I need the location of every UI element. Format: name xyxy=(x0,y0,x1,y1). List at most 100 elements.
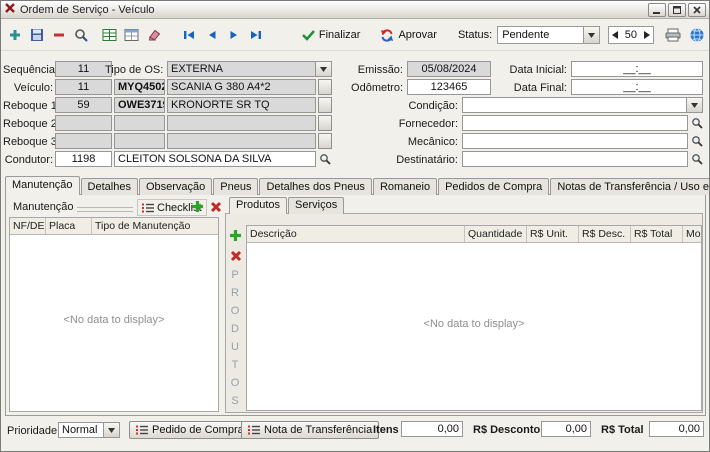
column-header[interactable]: R$ Desc. xyxy=(579,226,631,242)
tab-detalhes[interactable]: Detalhes xyxy=(80,178,138,195)
veiculo-lookup-button[interactable] xyxy=(318,79,332,95)
reboque1-lookup-button[interactable] xyxy=(318,97,332,113)
tab-pedidos-compra[interactable]: Pedidos de Compra xyxy=(438,178,550,195)
reboque3-desc-field[interactable] xyxy=(167,133,316,149)
data-inicial-field[interactable]: __:__ xyxy=(571,61,703,77)
magnifier-icon xyxy=(692,154,703,165)
reboque2-plate-field[interactable] xyxy=(114,115,165,131)
reboque2-lookup-button[interactable] xyxy=(318,115,332,131)
manutencao-grid-body[interactable]: <No data to display> xyxy=(10,235,218,411)
nav-next-button[interactable] xyxy=(223,24,245,47)
prioridade-select[interactable]: Normal xyxy=(58,422,120,438)
maximize-button[interactable] xyxy=(668,2,686,17)
maximize-icon xyxy=(673,5,681,14)
column-header[interactable]: R$ Total xyxy=(631,226,683,242)
veiculo-code-field[interactable]: 11 xyxy=(55,79,112,95)
delete-button[interactable] xyxy=(48,24,70,47)
nav-prev-icon xyxy=(208,31,216,39)
save-button[interactable] xyxy=(26,24,48,47)
odometro-label: Odômetro: xyxy=(351,82,403,94)
tipo-os-select[interactable]: EXTERNA xyxy=(167,61,332,77)
fornecedor-search-button[interactable] xyxy=(689,115,705,131)
add-button[interactable] xyxy=(4,24,26,47)
column-header[interactable]: Descrição xyxy=(247,226,465,242)
manutencao-add-button[interactable] xyxy=(189,198,206,215)
no-data-text: <No data to display> xyxy=(423,318,525,331)
item-delete-button[interactable] xyxy=(227,247,244,264)
nav-first-button[interactable] xyxy=(179,24,201,47)
table-button[interactable] xyxy=(120,24,142,47)
chevron-down-icon[interactable] xyxy=(582,27,599,43)
manutencao-delete-button[interactable] xyxy=(207,198,224,215)
mecanico-field[interactable] xyxy=(462,133,688,149)
column-header[interactable]: Placa xyxy=(46,218,92,234)
pedido-compra-button[interactable]: Pedido de Compra xyxy=(129,421,251,439)
help-button[interactable] xyxy=(686,24,708,47)
chevron-down-icon[interactable] xyxy=(686,98,702,112)
x-icon xyxy=(230,250,241,261)
nota-transferencia-button[interactable]: Nota de Transferência xyxy=(241,421,380,439)
reboque1-desc-field[interactable]: KRONORTE SR TQ xyxy=(167,97,316,113)
produtos-grid-body[interactable]: <No data to display> xyxy=(247,243,701,410)
tab-produtos[interactable]: Produtos xyxy=(229,197,288,214)
reboque3-code-field[interactable] xyxy=(55,133,112,149)
condutor-search-button[interactable] xyxy=(317,151,333,167)
sequencia-field[interactable]: 11 xyxy=(55,61,112,77)
column-header[interactable]: Tipo de Manutenção xyxy=(92,218,218,234)
minimize-button[interactable] xyxy=(648,2,666,17)
reboque1-code-field[interactable]: 59 xyxy=(55,97,112,113)
destinatario-field[interactable] xyxy=(462,151,688,167)
veiculo-desc-field[interactable]: SCANIA G 380 A4*2 xyxy=(167,79,316,95)
export-button[interactable] xyxy=(98,24,120,47)
condicao-select[interactable] xyxy=(462,97,703,113)
spinner-value: 50 xyxy=(624,29,637,41)
column-header[interactable]: R$ Unit. xyxy=(527,226,579,242)
print-button[interactable] xyxy=(662,24,684,47)
destinatario-search-button[interactable] xyxy=(689,151,705,167)
tab-pneus[interactable]: Pneus xyxy=(213,178,259,195)
veiculo-label: Veículo: xyxy=(13,82,53,94)
clear-button[interactable] xyxy=(142,24,164,47)
status-select[interactable]: Pendente xyxy=(497,26,600,44)
veiculo-plate-field[interactable]: MYQ4502 xyxy=(114,79,165,95)
odometro-field[interactable]: 123465 xyxy=(407,79,491,95)
reboque2-desc-field[interactable] xyxy=(167,115,316,131)
approve-icon xyxy=(381,28,394,42)
tab-observacao[interactable]: Observação xyxy=(138,178,213,195)
chevron-down-icon[interactable] xyxy=(315,62,331,76)
spinner-increment-button[interactable] xyxy=(641,27,653,43)
nav-prev-button[interactable] xyxy=(201,24,223,47)
column-header[interactable]: Quantidade xyxy=(465,226,527,242)
mecanico-search-button[interactable] xyxy=(689,133,705,149)
condutor-label: Condutor: xyxy=(4,154,53,166)
finalizar-button[interactable]: Finalizar xyxy=(297,24,366,47)
reboque1-plate-field[interactable]: OWE3719 xyxy=(114,97,165,113)
chevron-down-icon[interactable] xyxy=(103,423,119,437)
data-final-field[interactable]: __:__ xyxy=(571,79,703,95)
spinner-decrement-button[interactable] xyxy=(609,27,621,43)
reboque3-lookup-button[interactable] xyxy=(318,133,332,149)
item-add-button[interactable] xyxy=(227,227,244,244)
column-header[interactable]: NF/DE xyxy=(10,218,46,234)
emissao-field[interactable]: 05/08/2024 xyxy=(407,61,491,77)
nav-last-button[interactable] xyxy=(245,24,267,47)
destinatario-label: Destinatário: xyxy=(396,154,458,166)
tab-notas-transferencia[interactable]: Notas de Transferência / Uso e Consumo xyxy=(550,178,709,195)
reboque2-code-field[interactable] xyxy=(55,115,112,131)
arrow-left-icon xyxy=(611,31,618,39)
tab-servicos[interactable]: Serviços xyxy=(288,197,345,214)
fornecedor-field[interactable] xyxy=(462,115,688,131)
condutor-name-field[interactable]: CLEITON SOLSONA DA SILVA xyxy=(114,151,316,167)
aprovar-button[interactable]: Aprovar xyxy=(375,24,442,47)
nav-first-icon xyxy=(184,31,195,39)
close-button[interactable] xyxy=(688,2,706,17)
tab-detalhes-pneus[interactable]: Detalhes dos Pneus xyxy=(259,178,372,195)
titlebar: Ordem de Serviço - Veículo xyxy=(1,1,709,19)
column-header[interactable]: Mo xyxy=(683,226,701,242)
tab-manutencao[interactable]: Manutenção xyxy=(5,176,80,195)
pedido-compra-label: Pedido de Compra xyxy=(152,424,244,436)
tab-romaneio[interactable]: Romaneio xyxy=(372,178,438,195)
reboque3-plate-field[interactable] xyxy=(114,133,165,149)
condutor-code-field[interactable]: 1198 xyxy=(55,151,112,167)
search-button[interactable] xyxy=(70,24,92,47)
